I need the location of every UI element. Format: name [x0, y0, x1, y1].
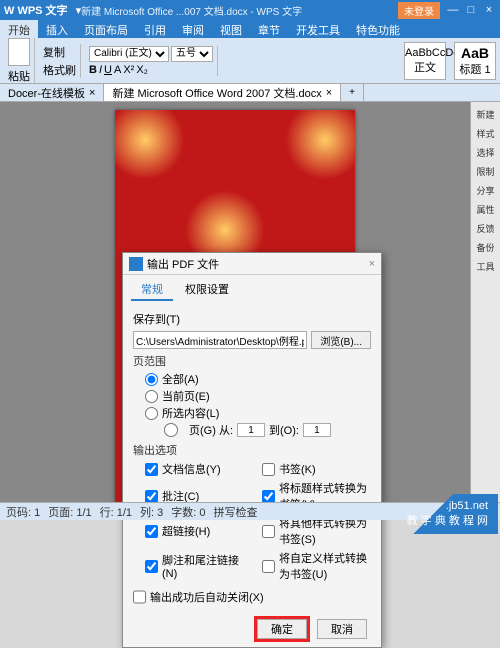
underline-button[interactable]: U — [104, 64, 112, 76]
close-button[interactable]: × — [482, 4, 496, 16]
sidebar-new[interactable]: 新建 — [475, 108, 497, 121]
doctab-add[interactable]: + — [341, 84, 364, 101]
menu-tab-layout[interactable]: 页面布局 — [76, 20, 136, 38]
browse-button[interactable]: 浏览(B)... — [311, 331, 371, 349]
paste-button[interactable] — [8, 38, 30, 66]
close-icon[interactable]: × — [89, 87, 95, 99]
range-pages-label: 页(G) 从: — [189, 422, 233, 438]
style-h1[interactable]: AaB标题 1 — [454, 42, 496, 80]
menu-tab-section[interactable]: 章节 — [250, 20, 288, 38]
menu-tab-dev[interactable]: 开发工具 — [288, 20, 348, 38]
range-all[interactable]: 全部(A) — [145, 371, 371, 387]
maximize-button[interactable]: □ — [464, 4, 478, 16]
close-icon[interactable]: × — [326, 87, 332, 99]
chk-bookmark[interactable]: 书签(K) — [262, 461, 371, 477]
menu-bar: 开始 插入 页面布局 引用 审阅 视图 章节 开发工具 特色功能 — [0, 20, 500, 38]
copy-button[interactable]: 复制 — [43, 44, 76, 60]
paste-label: 粘贴 — [8, 68, 30, 84]
menu-tab-view[interactable]: 视图 — [212, 20, 250, 38]
page-to-input[interactable] — [303, 423, 331, 437]
menu-tab-review[interactable]: 审阅 — [174, 20, 212, 38]
page-from-input[interactable] — [237, 423, 265, 437]
menu-tab-insert[interactable]: 插入 — [38, 20, 76, 38]
out-title: 输出选项 — [133, 442, 371, 458]
size-select[interactable]: 五号 — [171, 46, 213, 62]
status-pagecnt: 页面: 1/1 — [48, 504, 91, 520]
dialog-close-button[interactable]: × — [369, 258, 375, 270]
right-sidebar: 新建 样式 选择 限制 分享 属性 反馈 备份 工具 — [470, 102, 500, 512]
save-path-input[interactable] — [133, 331, 307, 349]
sidebar-select[interactable]: 选择 — [475, 146, 497, 159]
status-line: 行: 1/1 — [100, 504, 132, 520]
bold-button[interactable]: B — [89, 64, 97, 76]
status-chars: 字数: 0 — [171, 504, 205, 520]
doctab-current[interactable]: 新建 Microsoft Office Word 2007 文档.docx× — [104, 84, 341, 101]
dialog-tab-perm[interactable]: 权限设置 — [175, 279, 239, 301]
font-select[interactable]: Calibri (正文) — [89, 46, 169, 62]
page-to-label: 到(O): — [269, 422, 299, 438]
super-button[interactable]: X² — [123, 64, 134, 76]
status-page: 页码: 1 — [6, 504, 40, 520]
range-current[interactable]: 当前页(E) — [145, 388, 371, 404]
app-title: W WPS 文字 — [4, 2, 68, 18]
sidebar-restrict[interactable]: 限制 — [475, 165, 497, 178]
save-label: 保存到(T) — [133, 311, 180, 327]
ribbon: 粘贴 复制 格式刷 Calibri (正文) 五号 B I U A X² X₂ … — [0, 38, 500, 84]
export-pdf-dialog: 输出 PDF 文件 × 常规 权限设置 保存到(T) 浏览(B)... 页范围 … — [122, 252, 382, 648]
sidebar-backup[interactable]: 备份 — [475, 241, 497, 254]
dialog-tab-general[interactable]: 常规 — [131, 279, 173, 301]
watermark: .jb51.net 教 字 典 教 程 网 — [397, 494, 498, 534]
range-pages-radio[interactable] — [157, 423, 185, 437]
sub-button[interactable]: X₂ — [136, 64, 148, 76]
doctab-docer[interactable]: Docer-在线模板× — [0, 84, 104, 101]
style-normal[interactable]: AaBbCcDd正文 — [404, 42, 446, 80]
sidebar-feedback[interactable]: 反馈 — [475, 222, 497, 235]
range-selected[interactable]: 所选内容(L) — [145, 405, 371, 421]
minimize-button[interactable]: — — [446, 4, 460, 16]
dialog-icon — [129, 257, 143, 271]
chk-custom2bm[interactable]: 将自定义样式转换为书签(U) — [262, 550, 371, 582]
menu-tab-ref[interactable]: 引用 — [136, 20, 174, 38]
chk-footnote[interactable]: 脚注和尾注链接(N) — [145, 550, 254, 582]
doc-title: 新建 Microsoft Office ...007 文档.docx - WPS… — [81, 3, 398, 18]
chk-autoclose[interactable]: 输出成功后自动关闭(X) — [133, 589, 371, 605]
painter-button[interactable]: 格式刷 — [43, 62, 76, 78]
cancel-button[interactable]: 取消 — [317, 619, 367, 639]
sidebar-tools[interactable]: 工具 — [475, 260, 497, 273]
dialog-title: 输出 PDF 文件 — [147, 256, 219, 272]
sidebar-share[interactable]: 分享 — [475, 184, 497, 197]
strike-button[interactable]: A — [114, 64, 121, 76]
menu-tab-feature[interactable]: 特色功能 — [348, 20, 408, 38]
status-col: 列: 3 — [140, 504, 163, 520]
login-status[interactable]: 未登录 — [398, 2, 440, 19]
sidebar-props[interactable]: 属性 — [475, 203, 497, 216]
ok-button[interactable]: 确定 — [257, 619, 307, 639]
range-title: 页范围 — [133, 353, 371, 369]
chk-docinfo[interactable]: 文档信息(Y) — [145, 461, 254, 477]
menu-tab-start[interactable]: 开始 — [0, 20, 38, 38]
sidebar-style[interactable]: 样式 — [475, 127, 497, 140]
status-spell[interactable]: 拼写检查 — [214, 504, 258, 520]
italic-button[interactable]: I — [99, 64, 102, 76]
